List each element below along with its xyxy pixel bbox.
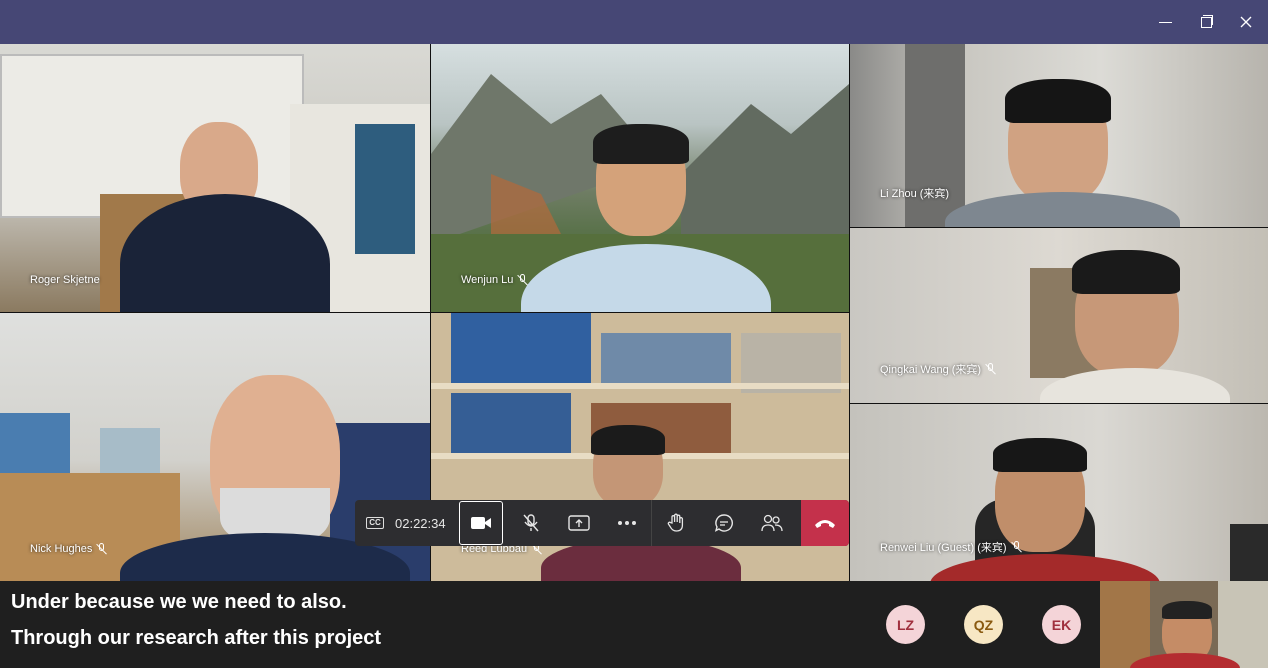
- captions-button[interactable]: CC: [355, 500, 395, 546]
- close-button[interactable]: [1232, 8, 1260, 36]
- call-controls: CC 02:22:34: [355, 500, 849, 546]
- participant-body: [945, 192, 1180, 227]
- video-tile[interactable]: Li Zhou (来宾): [850, 44, 1268, 227]
- people-icon: [761, 514, 783, 532]
- caption-line: Through our research after this project: [11, 627, 382, 649]
- mic-muted-icon: [985, 363, 997, 375]
- avatar[interactable]: EK: [1042, 605, 1081, 644]
- raise-hand-button[interactable]: [652, 500, 700, 546]
- title-bar: [0, 0, 1268, 44]
- avatar[interactable]: LZ: [886, 605, 925, 644]
- share-screen-button[interactable]: [555, 500, 603, 546]
- participant-name: Roger Skjetne: [30, 274, 100, 286]
- live-captions: Under because we we need to also. Throug…: [0, 581, 1100, 668]
- chat-button[interactable]: [700, 500, 748, 546]
- hang-up-button[interactable]: [801, 500, 849, 546]
- mic-off-icon: [523, 514, 539, 532]
- avatar[interactable]: QZ: [964, 605, 1003, 644]
- caption-line: Under because we we need to also.: [11, 591, 347, 613]
- mute-button[interactable]: [507, 500, 555, 546]
- participant-name: Wenjun Lu: [461, 274, 529, 286]
- share-screen-icon: [568, 515, 590, 531]
- mic-muted-icon: [517, 274, 529, 286]
- hang-up-icon: [815, 520, 835, 528]
- participant-body: [930, 554, 1160, 581]
- close-icon: [1240, 16, 1252, 28]
- self-view[interactable]: [1100, 581, 1268, 668]
- minimize-button[interactable]: [1152, 8, 1180, 36]
- call-timer: 02:22:34: [395, 515, 446, 531]
- captions-icon: CC: [366, 517, 384, 529]
- restore-button[interactable]: [1192, 8, 1220, 36]
- video-camera-icon: [471, 517, 491, 529]
- chat-icon: [714, 514, 733, 532]
- raise-hand-icon: [667, 513, 684, 532]
- participants-button[interactable]: [748, 500, 796, 546]
- mic-muted-icon: [1011, 541, 1023, 553]
- participant-name: Renwei Liu (Guest) (来宾): [880, 539, 1023, 555]
- more-actions-button[interactable]: [603, 500, 651, 546]
- video-tile[interactable]: Roger Skjetne: [0, 44, 430, 312]
- video-tile[interactable]: Wenjun Lu: [431, 44, 849, 312]
- mic-muted-icon: [96, 543, 108, 555]
- camera-button[interactable]: [459, 501, 503, 545]
- participant-name: Qingkai Wang (来宾): [880, 361, 997, 377]
- participant-name: Nick Hughes: [30, 543, 108, 555]
- minimize-icon: [1159, 22, 1172, 23]
- video-tile[interactable]: Renwei Liu (Guest) (来宾): [850, 404, 1268, 581]
- participant-name: Li Zhou (来宾): [880, 188, 950, 200]
- more-icon: [618, 521, 636, 525]
- video-tile[interactable]: Qingkai Wang (来宾): [850, 228, 1268, 403]
